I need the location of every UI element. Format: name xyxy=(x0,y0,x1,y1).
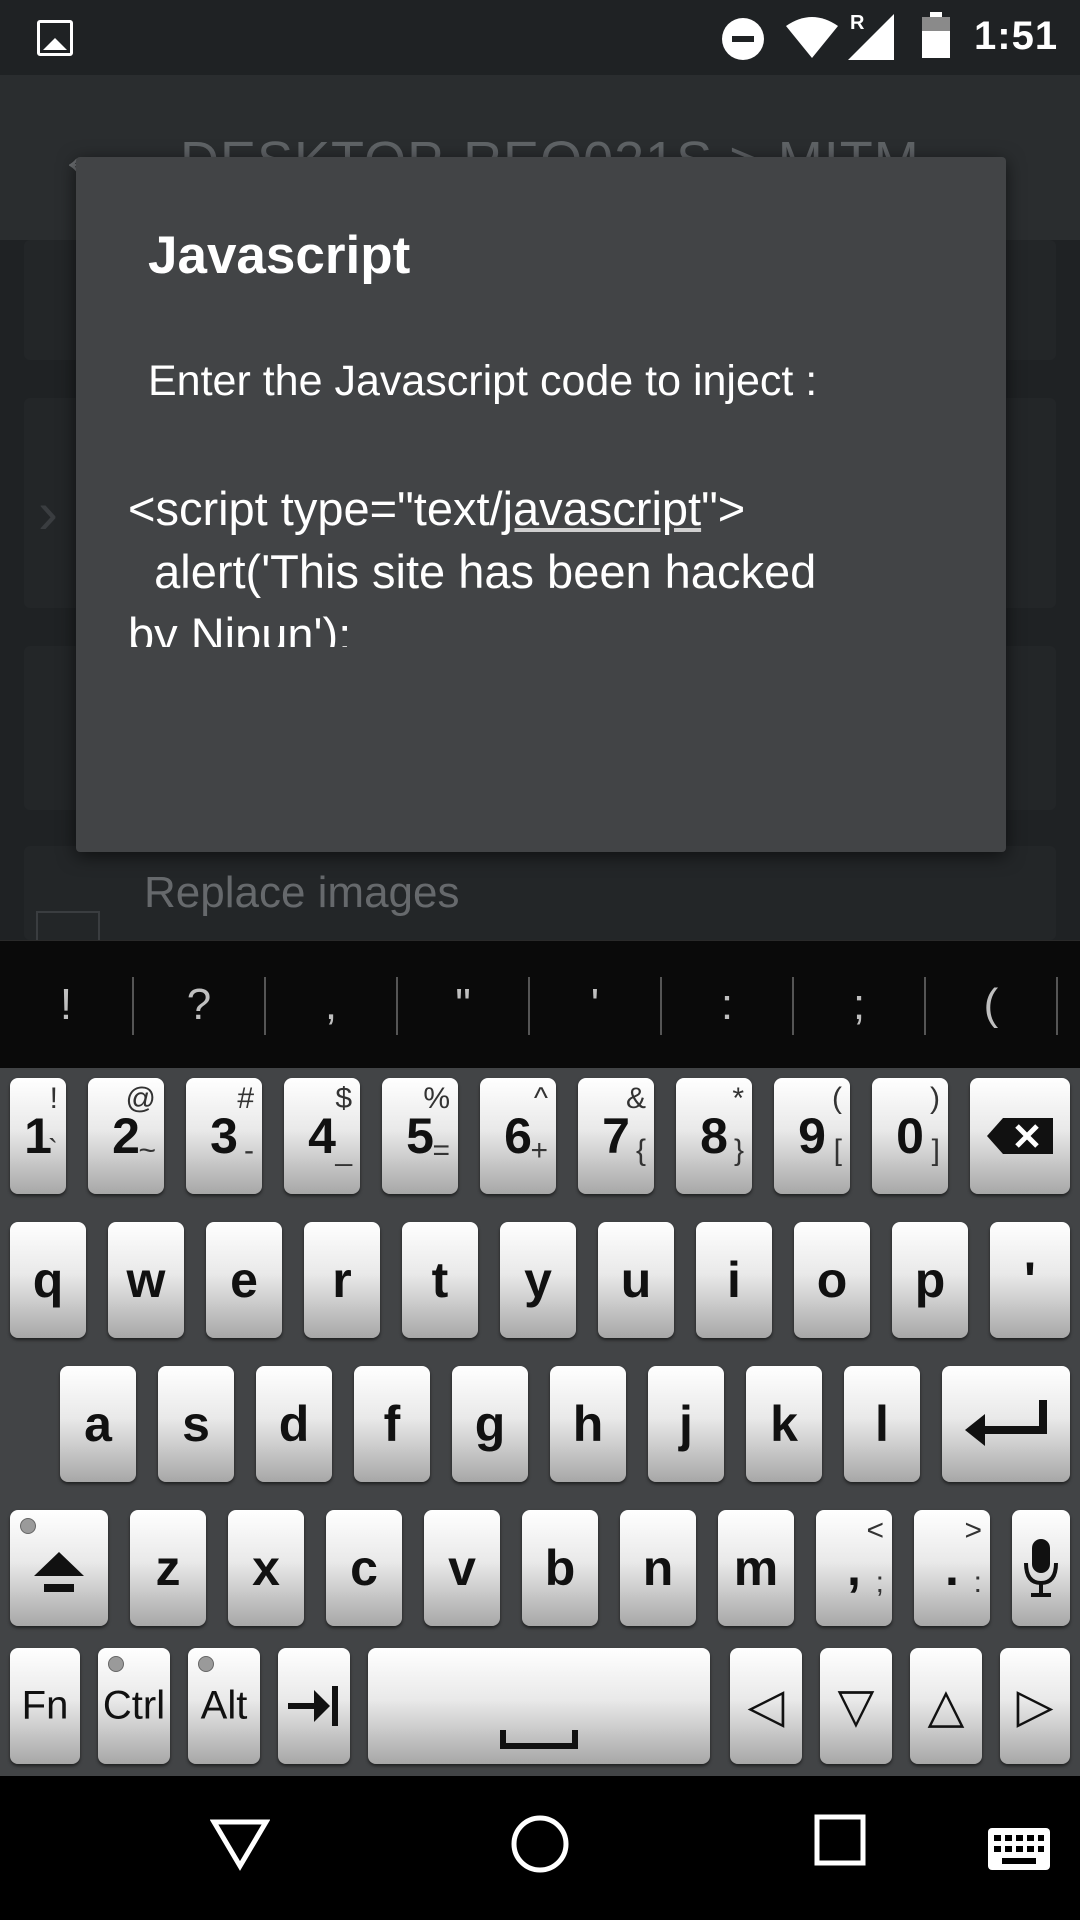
key-x[interactable]: x xyxy=(228,1510,304,1626)
ctrl-indicator-icon xyxy=(108,1656,124,1672)
key-quote[interactable]: ' xyxy=(990,1222,1070,1338)
shift-indicator-icon xyxy=(20,1518,36,1534)
microphone-icon xyxy=(1024,1539,1058,1597)
key-0[interactable]: 0 ) ] xyxy=(872,1078,948,1194)
key-a[interactable]: a xyxy=(60,1366,136,1482)
arrow-up-key[interactable]: △ xyxy=(910,1648,982,1764)
status-bar: R 1:51 xyxy=(0,0,1080,75)
key-7[interactable]: 7 & { xyxy=(578,1078,654,1194)
key-p[interactable]: p xyxy=(892,1222,968,1338)
battery-icon xyxy=(922,12,950,58)
key-3[interactable]: 3 # - xyxy=(186,1078,262,1194)
key-v[interactable]: v xyxy=(424,1510,500,1626)
arrow-left-key[interactable]: ◁ xyxy=(730,1648,802,1764)
spellcheck-word: javascript xyxy=(502,482,702,535)
backspace-icon xyxy=(987,1118,1053,1154)
suggestion-key[interactable]: ? xyxy=(133,941,265,1069)
chevron-right-icon: › xyxy=(38,479,58,546)
key-r[interactable]: r xyxy=(304,1222,380,1338)
shift-icon xyxy=(34,1552,84,1592)
enter-icon xyxy=(965,1400,1047,1446)
key-comma[interactable]: , < ; xyxy=(816,1510,892,1626)
space-icon xyxy=(500,1730,578,1749)
code-line-2: alert('This site has been hacked xyxy=(128,545,817,598)
key-2[interactable]: 2 @ ~ xyxy=(88,1078,164,1194)
tab-key[interactable] xyxy=(278,1648,350,1764)
dialog-message: Enter the Javascript code to inject : xyxy=(148,357,818,405)
key-t[interactable]: t xyxy=(402,1222,478,1338)
arrow-right-key[interactable]: ▷ xyxy=(1000,1648,1070,1764)
suggestion-key[interactable]: : xyxy=(661,941,793,1069)
code-line-1: <script type="text/javascript"> xyxy=(128,482,746,535)
arrow-right-icon: ▷ xyxy=(1016,1680,1054,1733)
soft-keyboard: ! ? , " ' : ; ( 1 ! ` 2 @ ~ 3 # - 4 $ _ … xyxy=(0,940,1080,1776)
alt-key[interactable]: Alt xyxy=(188,1648,260,1764)
navigation-bar xyxy=(0,1776,1080,1920)
image-icon xyxy=(37,20,73,56)
javascript-dialog: Javascript Enter the Javascript code to … xyxy=(76,157,1006,852)
key-z[interactable]: z xyxy=(130,1510,206,1626)
alt-indicator-icon xyxy=(198,1656,214,1672)
back-icon[interactable] xyxy=(210,1812,270,1872)
space-key[interactable] xyxy=(368,1648,710,1764)
key-e[interactable]: e xyxy=(206,1222,282,1338)
key-w[interactable]: w xyxy=(108,1222,184,1338)
key-8[interactable]: 8 * } xyxy=(676,1078,752,1194)
key-l[interactable]: l xyxy=(844,1366,920,1482)
arrow-down-icon: ▽ xyxy=(837,1680,875,1733)
key-b[interactable]: b xyxy=(522,1510,598,1626)
key-6[interactable]: 6 ^ + xyxy=(480,1078,556,1194)
arrow-left-icon: ◁ xyxy=(747,1680,785,1733)
key-5[interactable]: 5 % = xyxy=(382,1078,458,1194)
code-line-3: by Nipun'); xyxy=(128,608,352,647)
enter-key[interactable] xyxy=(942,1366,1070,1482)
key-i[interactable]: i xyxy=(696,1222,772,1338)
key-q[interactable]: q xyxy=(10,1222,86,1338)
key-u[interactable]: u xyxy=(598,1222,674,1338)
suggestion-key[interactable]: ; xyxy=(793,941,925,1069)
key-9[interactable]: 9 ( [ xyxy=(774,1078,850,1194)
clock: 1:51 xyxy=(974,14,1059,58)
key-g[interactable]: g xyxy=(452,1366,528,1482)
key-f[interactable]: f xyxy=(354,1366,430,1482)
key-s[interactable]: s xyxy=(158,1366,234,1482)
arrow-up-icon: △ xyxy=(927,1680,965,1733)
keyboard-switch-icon[interactable] xyxy=(988,1828,1050,1870)
voice-input-key[interactable] xyxy=(1012,1510,1070,1626)
backspace-key[interactable] xyxy=(970,1078,1070,1194)
fn-key[interactable]: Fn xyxy=(10,1648,80,1764)
key-o[interactable]: o xyxy=(794,1222,870,1338)
key-m[interactable]: m xyxy=(718,1510,794,1626)
replace-images-label: Replace images xyxy=(144,868,460,917)
key-y[interactable]: y xyxy=(500,1222,576,1338)
suggestion-key[interactable]: ! xyxy=(0,941,132,1069)
key-period[interactable]: . > : xyxy=(914,1510,990,1626)
dnd-icon xyxy=(722,18,764,60)
ctrl-key[interactable]: Ctrl xyxy=(98,1648,170,1764)
suggestion-key[interactable]: , xyxy=(265,941,397,1069)
recents-icon[interactable] xyxy=(812,1812,868,1868)
suggestion-key[interactable]: ' xyxy=(529,941,661,1069)
suggestion-key[interactable]: ( xyxy=(925,941,1057,1069)
arrow-down-key[interactable]: ▽ xyxy=(820,1648,892,1764)
home-icon[interactable] xyxy=(508,1812,572,1876)
tab-icon xyxy=(288,1686,338,1726)
wifi-icon xyxy=(786,17,838,58)
symbol-suggestion-bar: ! ? , " ' : ; ( xyxy=(0,940,1080,1069)
signal-icon xyxy=(848,14,894,60)
shift-key[interactable] xyxy=(10,1510,108,1626)
key-d[interactable]: d xyxy=(256,1366,332,1482)
suggestion-key[interactable]: " xyxy=(397,941,529,1069)
code-input[interactable]: <script type="text/javascript"> alert('T… xyxy=(128,477,968,647)
replace-images-card[interactable]: Replace images xyxy=(24,846,1056,965)
key-j[interactable]: j xyxy=(648,1366,724,1482)
key-4[interactable]: 4 $ _ xyxy=(284,1078,360,1194)
dialog-title: Javascript xyxy=(148,226,411,285)
key-h[interactable]: h xyxy=(550,1366,626,1482)
key-1[interactable]: 1 ! ` xyxy=(10,1078,66,1194)
key-k[interactable]: k xyxy=(746,1366,822,1482)
keys-area: 1 ! ` 2 @ ~ 3 # - 4 $ _ 5 % = 6 ^ + 7 & … xyxy=(0,1068,1080,1776)
key-n[interactable]: n xyxy=(620,1510,696,1626)
key-c[interactable]: c xyxy=(326,1510,402,1626)
